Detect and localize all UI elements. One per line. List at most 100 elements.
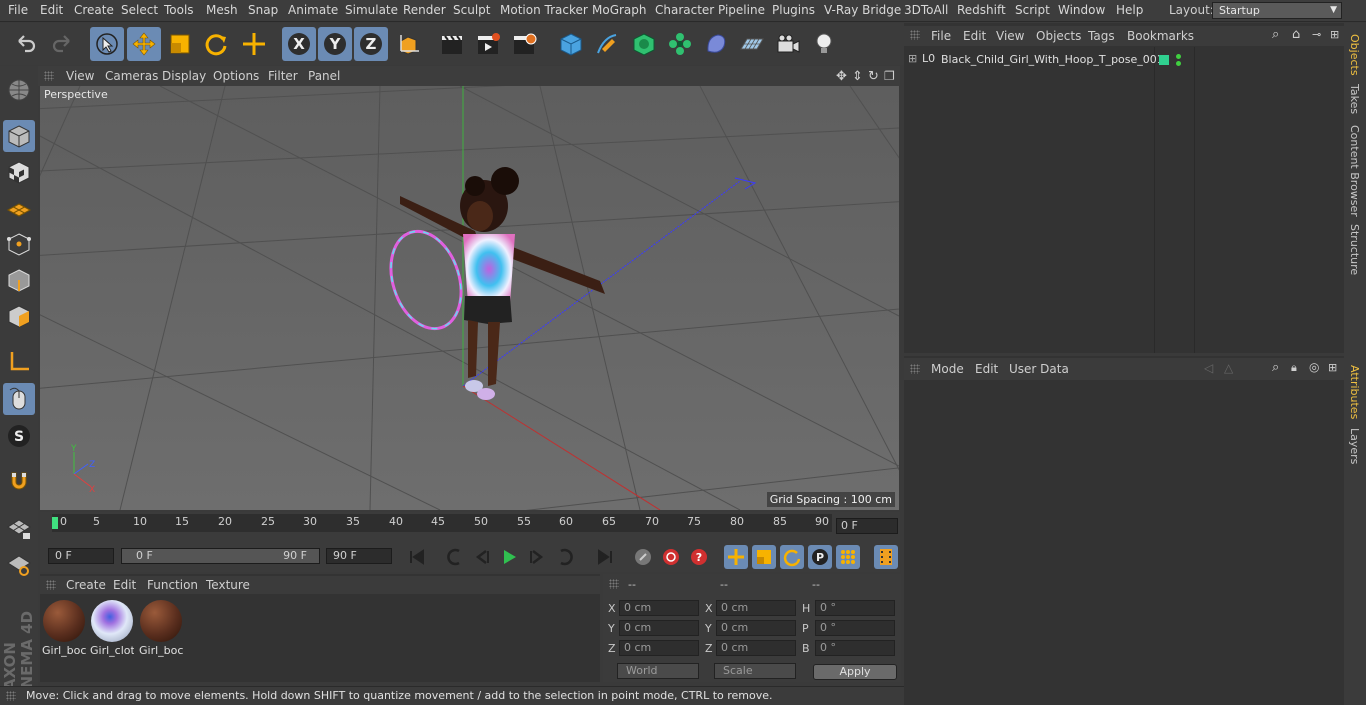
goto-end-button[interactable] [593, 545, 617, 569]
home-icon[interactable]: ⌂ [1292, 27, 1300, 42]
attributes-menu-user-data[interactable]: User Data [1009, 362, 1069, 376]
viewport-maximize-icon[interactable]: ❐ [884, 69, 895, 83]
material-item[interactable]: Girl_boc [42, 598, 86, 657]
render-visibility-dot[interactable] [1176, 61, 1181, 66]
size-y-field[interactable]: 0 cm [716, 620, 796, 636]
viewport-menu-view[interactable]: View [66, 69, 94, 83]
scale-tool-button[interactable] [163, 27, 197, 61]
tab-content-browser[interactable]: Content Browser [1348, 125, 1361, 217]
menu-mesh[interactable]: Mesh [206, 3, 238, 17]
camera-button[interactable] [771, 27, 805, 61]
coordinate-space-select[interactable]: World [617, 663, 699, 679]
menu-animate[interactable]: Animate [288, 3, 338, 17]
menu-render[interactable]: Render [403, 3, 446, 17]
material-menu-edit[interactable]: Edit [113, 578, 136, 592]
search-icon[interactable]: ⌕ [1272, 360, 1279, 375]
viewport-move-icon[interactable]: ✥ [836, 69, 847, 84]
points-mode-button[interactable] [3, 228, 35, 260]
key-pla-button[interactable] [836, 545, 860, 569]
workplane-mode-button[interactable] [3, 192, 35, 224]
material-item[interactable]: Girl_boc [139, 598, 183, 657]
autokeying-button[interactable] [659, 545, 683, 569]
new-panel-icon[interactable]: ⊞ [1328, 361, 1337, 374]
menu-window[interactable]: Window [1058, 3, 1105, 17]
rotation-h-field[interactable]: 0 ° [815, 600, 895, 616]
viewport-menu-filter[interactable]: Filter [268, 69, 298, 83]
menu-select[interactable]: Select [121, 3, 158, 17]
goto-start-button[interactable] [405, 545, 429, 569]
position-y-field[interactable]: 0 cm [619, 620, 699, 636]
menu-edit[interactable]: Edit [40, 3, 63, 17]
undo-button[interactable] [9, 27, 43, 61]
pen-button[interactable] [590, 27, 624, 61]
menu-pipeline[interactable]: Pipeline [718, 3, 765, 17]
floor-button[interactable] [735, 27, 769, 61]
search-icon[interactable]: ⌕ [1272, 27, 1279, 42]
next-frame-button[interactable] [525, 545, 549, 569]
key-position-button[interactable] [724, 545, 748, 569]
timeline-window-button[interactable] [874, 545, 898, 569]
menu-script[interactable]: Script [1015, 3, 1050, 17]
menu-tools[interactable]: Tools [164, 3, 194, 17]
rotation-p-field[interactable]: 0 ° [815, 620, 895, 636]
menu-3dtoall[interactable]: 3DToAll [904, 3, 948, 17]
menu-motion-tracker[interactable]: Motion Tracker [500, 3, 588, 17]
play-button[interactable] [497, 545, 521, 569]
tab-objects[interactable]: Objects [1348, 34, 1361, 76]
size-z-field[interactable]: 0 cm [716, 640, 796, 656]
objects-menu-bookmarks[interactable]: Bookmarks [1127, 29, 1194, 43]
next-key-button[interactable] [553, 545, 577, 569]
move-tool-button[interactable] [127, 27, 161, 61]
z-axis-button[interactable]: Z [354, 27, 388, 61]
new-panel-icon[interactable]: ⊞ [1330, 28, 1339, 41]
edges-mode-button[interactable] [3, 264, 35, 296]
enable-axis-lock-button[interactable] [3, 512, 35, 544]
objects-menu-tags[interactable]: Tags [1088, 29, 1115, 43]
playhead[interactable] [52, 517, 58, 529]
viewport-rotate-icon[interactable]: ↻ [868, 69, 879, 84]
deformer-button[interactable] [699, 27, 733, 61]
size-x-field[interactable]: 0 cm [716, 600, 796, 616]
current-frame-field[interactable]: 0 F [836, 518, 898, 534]
menu-sculpt[interactable]: Sculpt [453, 3, 490, 17]
subdivision-button[interactable] [627, 27, 661, 61]
object-row[interactable]: ⊞ L0 Black_Child_Girl_With_Hoop_T_pose_0… [906, 51, 1164, 69]
transform-tool-button[interactable] [237, 27, 271, 61]
position-z-field[interactable]: 0 cm [619, 640, 699, 656]
viewport-menu-options[interactable]: Options [213, 69, 259, 83]
objects-menu-file[interactable]: File [931, 29, 951, 43]
coordinate-system-button[interactable] [392, 27, 426, 61]
start-frame-field[interactable]: 0 F [48, 548, 114, 564]
make-editable-button[interactable] [3, 74, 35, 106]
menu-plugins[interactable]: Plugins [772, 3, 815, 17]
viewport-zoom-icon[interactable]: ⇕ [852, 69, 863, 84]
frame-range-slider[interactable]: 0 F 90 F [121, 548, 320, 564]
x-axis-button[interactable]: X [282, 27, 316, 61]
objects-menu-objects[interactable]: Objects [1036, 29, 1081, 43]
menu-file[interactable]: File [8, 3, 28, 17]
layer-color-icon[interactable] [1159, 55, 1169, 65]
light-button[interactable] [807, 27, 841, 61]
y-axis-button[interactable]: Y [318, 27, 352, 61]
apply-button[interactable]: Apply [813, 664, 897, 680]
editor-visibility-dot[interactable] [1176, 54, 1181, 59]
model-mode-button[interactable] [3, 120, 35, 152]
menu-create[interactable]: Create [74, 3, 114, 17]
tab-attributes[interactable]: Attributes [1348, 365, 1361, 419]
tab-layers[interactable]: Layers [1348, 428, 1361, 464]
solo-button[interactable]: S [3, 420, 35, 452]
tweak-mode-button[interactable] [3, 383, 35, 415]
previous-key-button[interactable] [443, 545, 467, 569]
workplane-lock-button[interactable] [3, 548, 35, 580]
link-icon[interactable]: ⊸ [1312, 28, 1321, 41]
objects-menu-edit[interactable]: Edit [963, 29, 986, 43]
viewport-menu-cameras[interactable]: Cameras [105, 69, 158, 83]
tab-takes[interactable]: Takes [1348, 84, 1361, 114]
viewport-menu-display[interactable]: Display [162, 69, 206, 83]
back-arrow-icon[interactable]: ◁ [1204, 361, 1213, 375]
position-x-field[interactable]: 0 cm [619, 600, 699, 616]
material-item[interactable]: Girl_clot [90, 598, 134, 657]
render-picture-viewer-button[interactable] [471, 27, 505, 61]
tab-structure[interactable]: Structure [1348, 224, 1361, 275]
mograph-cloner-button[interactable] [663, 27, 697, 61]
